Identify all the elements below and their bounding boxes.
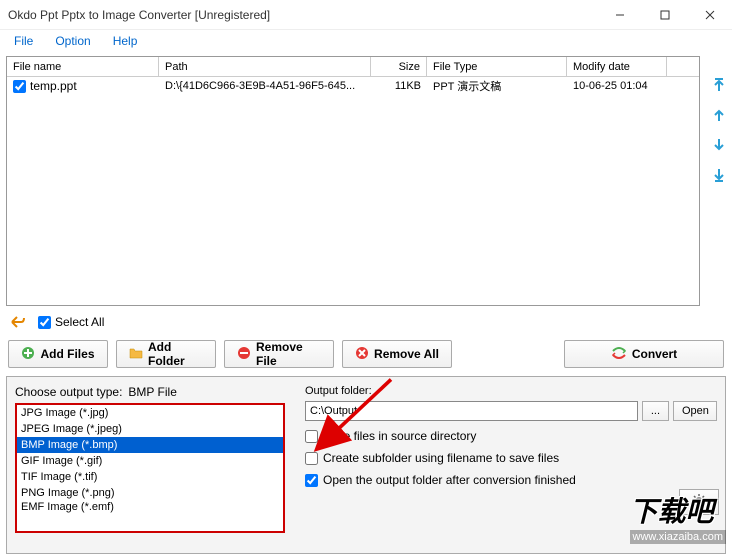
x-icon xyxy=(355,346,369,363)
menu-file[interactable]: File xyxy=(4,32,43,50)
type-tif[interactable]: TIF Image (*.tif) xyxy=(17,469,283,485)
selectall-label: Select All xyxy=(55,315,104,329)
window-title: Okdo Ppt Pptx to Image Converter [Unregi… xyxy=(8,8,270,22)
output-folder-label: Output folder: xyxy=(305,385,717,397)
add-files-button[interactable]: Add Files xyxy=(8,340,108,368)
maximize-button[interactable] xyxy=(642,0,687,30)
col-modifydate[interactable]: Modify date xyxy=(567,57,667,76)
col-filetype[interactable]: File Type xyxy=(427,57,567,76)
close-button[interactable] xyxy=(687,0,732,30)
gear-icon xyxy=(691,493,707,512)
file-list[interactable]: File name Path Size File Type Modify dat… xyxy=(6,56,700,306)
remove-file-button[interactable]: Remove File xyxy=(224,340,334,368)
output-type-current: BMP File xyxy=(128,385,176,399)
create-subfolder-checkbox[interactable] xyxy=(305,452,318,465)
row-path: D:\{41D6C966-3E9B-4A51-96F5-645... xyxy=(159,77,371,95)
output-type-list[interactable]: JPG Image (*.jpg) JPEG Image (*.jpeg) BM… xyxy=(15,403,285,533)
move-bottom-icon[interactable] xyxy=(710,166,728,184)
row-checkbox[interactable] xyxy=(13,80,26,93)
col-size[interactable]: Size xyxy=(371,57,427,76)
settings-button[interactable] xyxy=(679,489,719,515)
type-emf[interactable]: EMF Image (*.emf) xyxy=(17,499,283,515)
minimize-button[interactable] xyxy=(597,0,642,30)
convert-label: Convert xyxy=(632,347,677,361)
type-jpg[interactable]: JPG Image (*.jpg) xyxy=(17,405,283,421)
type-bmp[interactable]: BMP Image (*.bmp) xyxy=(17,437,283,453)
folder-icon xyxy=(129,346,143,363)
remove-all-label: Remove All xyxy=(374,347,439,361)
remove-all-button[interactable]: Remove All xyxy=(342,340,452,368)
col-path[interactable]: Path xyxy=(159,57,371,76)
col-filename[interactable]: File name xyxy=(7,57,159,76)
type-jpeg[interactable]: JPEG Image (*.jpeg) xyxy=(17,421,283,437)
back-arrow-icon[interactable] xyxy=(8,312,28,332)
add-files-label: Add Files xyxy=(40,347,94,361)
create-subfolder-label: Create subfolder using filename to save … xyxy=(323,451,559,465)
save-in-source-label: Save files in source directory xyxy=(323,429,476,443)
add-folder-button[interactable]: Add Folder xyxy=(116,340,216,368)
minus-icon xyxy=(237,346,251,363)
move-top-icon[interactable] xyxy=(710,76,728,94)
selectall-checkbox[interactable] xyxy=(38,316,51,329)
output-type-label: Choose output type: xyxy=(15,385,122,399)
table-row[interactable]: temp.ppt D:\{41D6C966-3E9B-4A51-96F5-645… xyxy=(7,77,699,95)
convert-button[interactable]: Convert xyxy=(564,340,724,368)
plus-icon xyxy=(21,346,35,363)
add-folder-label: Add Folder xyxy=(148,340,203,368)
output-folder-input[interactable] xyxy=(305,401,638,421)
browse-button[interactable]: ... xyxy=(642,401,669,421)
row-filename: temp.ppt xyxy=(30,79,77,93)
move-down-icon[interactable] xyxy=(710,136,728,154)
row-size: 11KB xyxy=(371,77,427,95)
col-extra[interactable] xyxy=(667,57,699,76)
save-in-source-checkbox[interactable] xyxy=(305,430,318,443)
remove-file-label: Remove File xyxy=(256,340,321,368)
menu-help[interactable]: Help xyxy=(103,32,148,50)
open-after-label: Open the output folder after conversion … xyxy=(323,473,576,487)
row-type: PPT 演示文稿 xyxy=(427,77,567,95)
row-date: 10-06-25 01:04 xyxy=(567,77,667,95)
open-after-checkbox[interactable] xyxy=(305,474,318,487)
move-up-icon[interactable] xyxy=(710,106,728,124)
open-folder-button[interactable]: Open xyxy=(673,401,717,421)
convert-icon xyxy=(611,345,627,364)
type-gif[interactable]: GIF Image (*.gif) xyxy=(17,453,283,469)
menu-option[interactable]: Option xyxy=(45,32,100,50)
